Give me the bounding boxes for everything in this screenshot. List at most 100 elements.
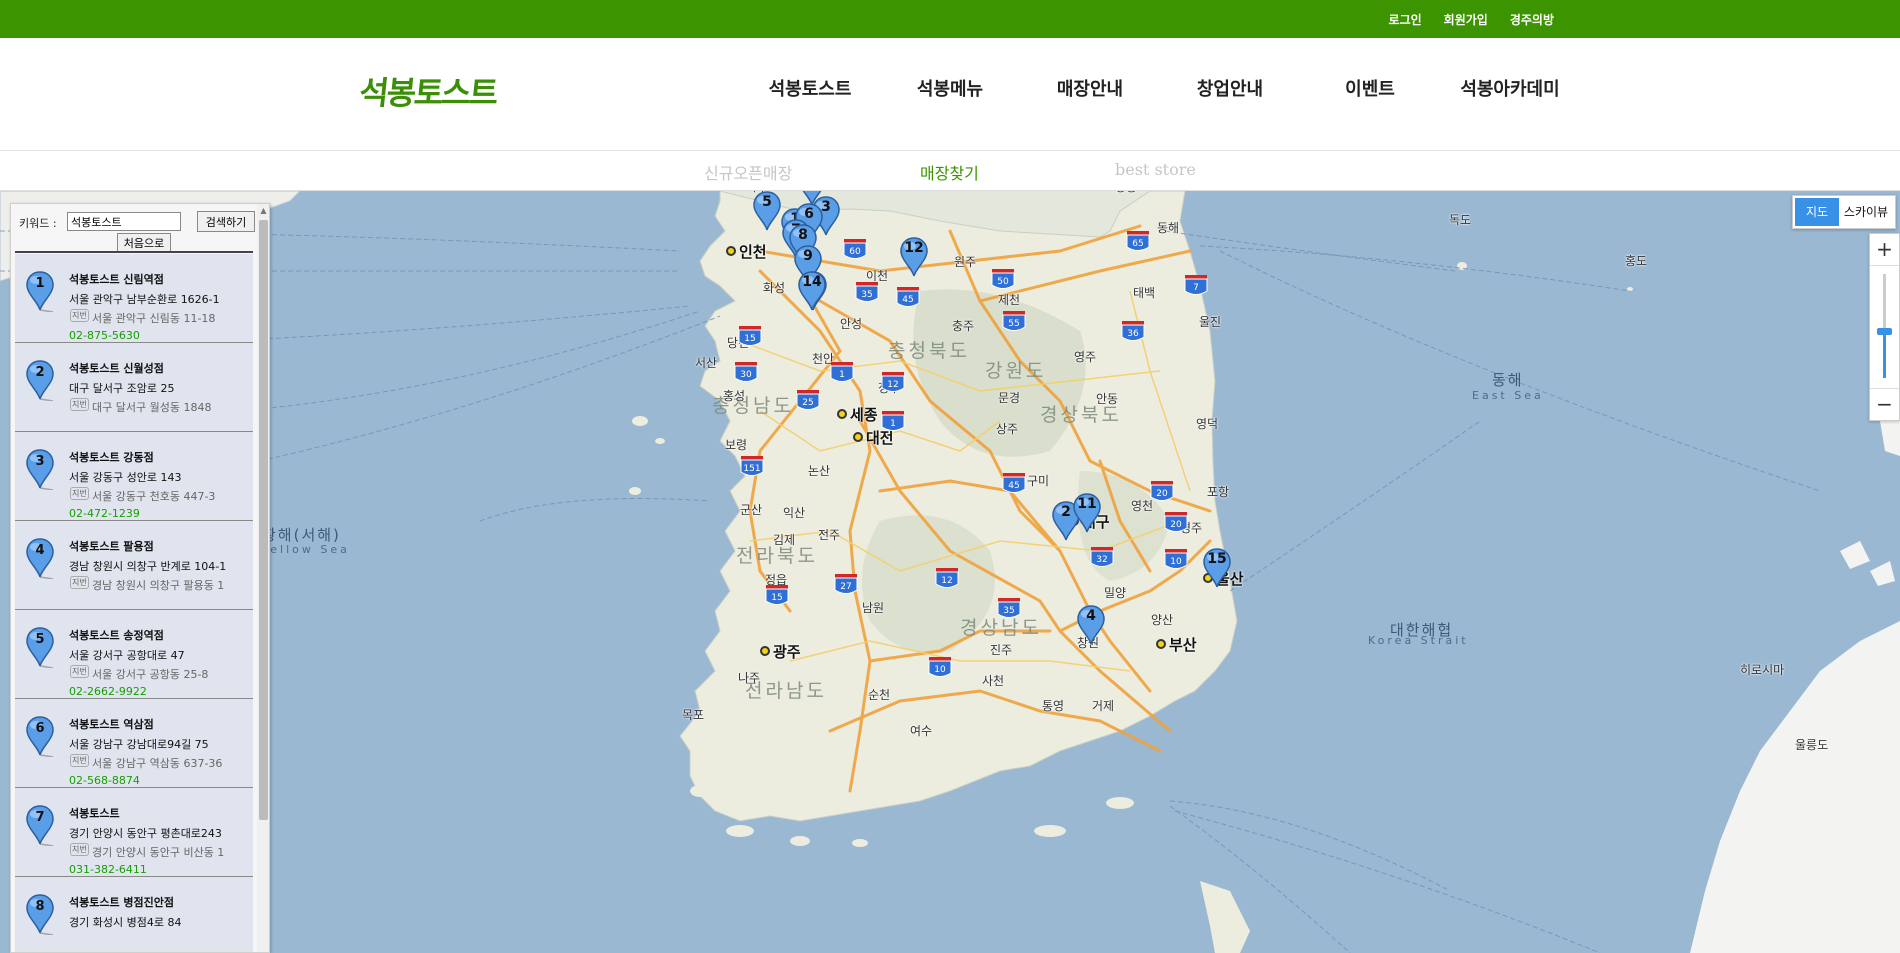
subnav-find-store[interactable]: 매장찾기 (920, 160, 979, 184)
sub-nav: 신규오픈매장 매장찾기 best store (0, 151, 1900, 191)
scroll-up-arrow-icon[interactable]: ▲ (257, 206, 269, 218)
store-pin-icon[interactable]: 4 (25, 537, 55, 583)
highway-shield-icon: 12 (935, 568, 959, 588)
store-name[interactable]: 석봉토스트 병점진안점 (69, 894, 174, 910)
nav-seokbong-toast[interactable]: 석봉토스트 (740, 75, 880, 101)
highway-shield-icon: 60 (843, 239, 867, 259)
map-type-map[interactable]: 지도 (1795, 198, 1839, 226)
zoom-slider-handle[interactable] (1877, 328, 1892, 335)
svg-text:12: 12 (941, 576, 952, 586)
store-jibun-address: 서울 관악구 신림동 11-18 (92, 312, 216, 325)
store-name[interactable]: 석봉토스트 신림역점 (69, 271, 164, 287)
search-button[interactable]: 검색하기 (197, 211, 255, 232)
store-pin-number: 6 (35, 721, 45, 736)
store-name[interactable]: 석봉토스트 송정역점 (69, 627, 164, 643)
store-pin-icon[interactable]: 6 (25, 715, 55, 761)
store-list-item[interactable]: 2 석봉토스트 신월성점 대구 달서구 조암로 25 지번 대구 달서구 월성동 184… (15, 343, 253, 432)
gyeongju-room-link[interactable]: 경주의방 (1510, 11, 1554, 28)
map-marker-number: 5 (762, 194, 772, 210)
store-list-item[interactable]: 1 석봉토스트 신림역점 서울 관악구 남부순환로 1626-1 지번 서울 관악구 신… (15, 254, 253, 343)
store-jibun-address: 서울 강남구 역삼동 637-36 (92, 757, 223, 770)
map-marker-icon[interactable]: 14 (797, 271, 827, 311)
nav-franchise-info[interactable]: 창업안내 (1160, 75, 1300, 101)
store-name[interactable]: 석봉토스트 강동점 (69, 449, 154, 465)
store-list-item[interactable]: 8 석봉토스트 병점진안점 경기 화성시 병점4로 84 (15, 877, 253, 952)
reset-button[interactable]: 처음으로 (117, 233, 171, 253)
map-marker-icon[interactable]: 15 (1202, 548, 1232, 588)
highway-shield-icon: 20 (1164, 512, 1188, 532)
store-pin-icon[interactable]: 5 (25, 626, 55, 672)
store-map[interactable]: 강원도 충청북도 충청남도 경상북도 전라북도 경상남도 전라남도 동해 Eas… (0, 191, 1900, 953)
svg-text:석봉토스트: 석봉토스트 (358, 74, 498, 112)
list-scrollbar[interactable]: ▲ (257, 204, 269, 952)
zoom-out-button[interactable]: − (1870, 388, 1899, 420)
svg-text:32: 32 (1096, 555, 1107, 565)
subnav-new-stores[interactable]: 신규오픈매장 (704, 160, 792, 184)
store-road-address: 경남 창원시 의창구 반계로 104-1 (69, 560, 227, 573)
store-name[interactable]: 석봉토스트 신월성점 (69, 360, 164, 376)
highway-shield-icon: 65 (1126, 231, 1150, 251)
list-divider (15, 251, 253, 253)
svg-text:45: 45 (1008, 481, 1019, 491)
map-marker-icon[interactable]: 11 (1072, 493, 1102, 533)
store-list-item[interactable]: 3 석봉토스트 강동점 서울 강동구 성안로 143 지번 서울 강동구 천호동 447… (15, 432, 253, 521)
store-pin-number: 4 (35, 543, 45, 558)
zoom-in-button[interactable]: + (1870, 234, 1899, 266)
store-name[interactable]: 석봉토스트 팔용점 (69, 538, 154, 554)
store-pin-icon[interactable]: 2 (25, 359, 55, 405)
nav-event[interactable]: 이벤트 (1300, 75, 1440, 101)
map-marker-icon[interactable]: 12 (899, 237, 929, 277)
highway-shield-icon: 55 (1002, 311, 1026, 331)
map-marker-icon[interactable]: 13 (797, 191, 827, 206)
store-phone[interactable]: 02-472-1239 (69, 507, 140, 520)
svg-text:27: 27 (840, 582, 851, 592)
highway-shield-icon: 30 (734, 362, 758, 382)
svg-text:25: 25 (802, 398, 813, 408)
highway-shield-icon: 151 (740, 456, 764, 476)
highway-shield-icon: 7 (1184, 275, 1208, 295)
store-pin-icon[interactable]: 7 (25, 804, 55, 850)
store-phone[interactable]: 02-568-8874 (69, 774, 140, 787)
store-name[interactable]: 석봉토스트 (69, 805, 120, 821)
svg-text:45: 45 (902, 295, 913, 305)
store-list-item[interactable]: 6 석봉토스트 역삼점 서울 강남구 강남대로94길 75 지번 서울 강남구 역삼동 … (15, 699, 253, 788)
svg-text:10: 10 (934, 665, 946, 675)
store-name[interactable]: 석봉토스트 역삼점 (69, 716, 154, 732)
svg-text:1: 1 (890, 419, 896, 429)
svg-text:35: 35 (1003, 606, 1014, 616)
store-list-item[interactable]: 7 석봉토스트 경기 안양시 동안구 평촌대로243 지번 경기 안양시 동안구 비산동… (15, 788, 253, 877)
svg-text:36: 36 (1127, 329, 1139, 339)
store-list-item[interactable]: 5 석봉토스트 송정역점 서울 강서구 공항대로 47 지번 서울 강서구 공항동 25… (15, 610, 253, 699)
svg-text:15: 15 (771, 593, 782, 603)
map-marker-icon[interactable]: 4 (1076, 605, 1106, 645)
jibun-badge: 지번 (70, 665, 89, 678)
signup-link[interactable]: 회원가입 (1444, 11, 1488, 28)
site-header: 석봉토스트 석봉토스트 석봉메뉴 매장안내 창업안내 이벤트 석봉아카데미 (0, 38, 1900, 151)
store-pin-icon[interactable]: 8 (25, 893, 55, 939)
highway-shield-icon: 45 (1002, 473, 1026, 493)
store-phone[interactable]: 02-2662-9922 (69, 685, 147, 698)
login-link[interactable]: 로그인 (1389, 11, 1422, 28)
store-pin-icon[interactable]: 3 (25, 448, 55, 494)
store-pin-icon[interactable]: 1 (25, 270, 55, 316)
store-jibun-address: 서울 강서구 공항동 25-8 (92, 668, 209, 681)
keyword-input[interactable] (67, 212, 181, 231)
logo[interactable]: 석봉토스트 (357, 68, 500, 118)
jibun-badge: 지번 (70, 754, 89, 767)
keyword-label: 키워드 : (19, 217, 57, 230)
nav-academy[interactable]: 석봉아카데미 (1440, 75, 1580, 101)
highway-shield-icon: 45 (896, 287, 920, 307)
map-type-skyview[interactable]: 스카이뷰 (1839, 198, 1893, 226)
store-phone[interactable]: 031-382-6411 (69, 863, 147, 876)
nav-store-info[interactable]: 매장안내 (1020, 75, 1160, 101)
store-list-item[interactable]: 4 석봉토스트 팔용점 경남 창원시 의창구 반계로 104-1 지번 경남 창원시 의… (15, 521, 253, 610)
scroll-thumb[interactable] (259, 220, 268, 820)
nav-menu[interactable]: 석봉메뉴 (880, 75, 1020, 101)
highway-shields: 6050657365545352515130151202712103235201… (734, 231, 1208, 677)
subnav-best-store[interactable]: best store (1115, 160, 1196, 179)
svg-text:15: 15 (744, 334, 755, 344)
store-phone[interactable]: 02-875-5630 (69, 329, 140, 342)
highway-shield-icon: 12 (881, 372, 905, 392)
map-marker-icon[interactable]: 5 (752, 191, 782, 231)
highway-shield-icon: 10 (1164, 549, 1188, 569)
